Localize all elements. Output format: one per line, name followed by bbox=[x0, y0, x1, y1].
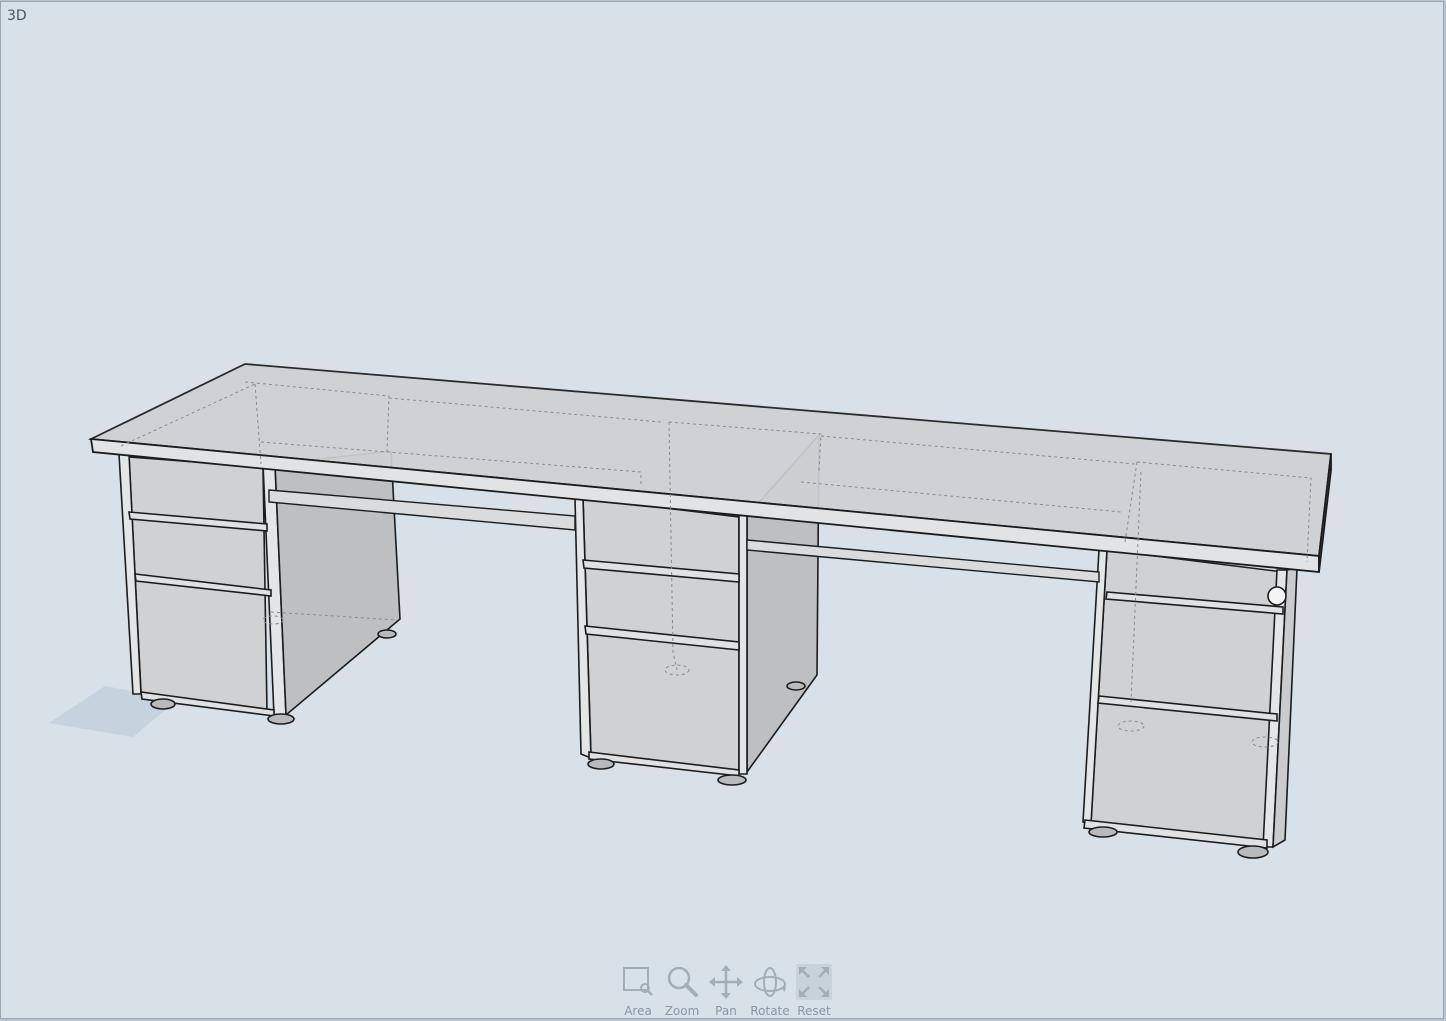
area-tool[interactable]: Area bbox=[617, 964, 659, 1018]
area-zoom-icon bbox=[623, 967, 653, 996]
pan-arrows-icon bbox=[709, 965, 743, 999]
view-toolbar: Area Zoom Pan Rotate Reset bbox=[617, 964, 835, 1018]
reset-tool[interactable]: Reset bbox=[793, 964, 835, 1018]
rotate-label: Rotate bbox=[750, 1004, 790, 1018]
pan-label: Pan bbox=[715, 1004, 737, 1018]
reset-label: Reset bbox=[797, 1004, 831, 1018]
left-pedestal bbox=[118, 450, 401, 725]
reset-expand-icon bbox=[799, 967, 829, 997]
desk-model[interactable] bbox=[1, 2, 1444, 1019]
magnifier-icon bbox=[667, 966, 698, 997]
pan-tool[interactable]: Pan bbox=[705, 964, 747, 1018]
zoom-label: Zoom bbox=[664, 1004, 700, 1018]
rotate-tool[interactable]: Rotate bbox=[749, 964, 791, 1018]
area-label: Area bbox=[624, 1004, 652, 1018]
right-pedestal bbox=[1082, 549, 1298, 859]
rotate-orbit-icon bbox=[754, 967, 786, 997]
zoom-tool[interactable]: Zoom bbox=[661, 964, 703, 1018]
3d-viewport[interactable]: 3D Area Zoom Pan Rotate Reset bbox=[0, 1, 1444, 1019]
reset-icon-box bbox=[796, 964, 832, 1000]
